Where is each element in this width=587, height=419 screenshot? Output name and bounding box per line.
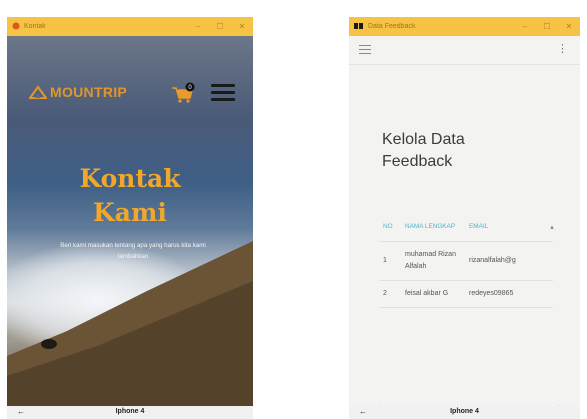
mountain-logo-icon (29, 85, 47, 99)
minimize-button[interactable]: – (187, 22, 209, 31)
device-label: Iphone 4 (115, 408, 145, 415)
window-titlebar[interactable]: Data Feedback – ☐ ✕ (349, 17, 580, 36)
app-icon (354, 22, 364, 32)
phone-window-kontak: Kontak – ☐ ✕ MOUNTRIP 0 Kontak Kami Beri… (7, 17, 253, 419)
page-title: Kelola Data Feedback (382, 131, 465, 170)
column-header-no[interactable]: NO (379, 216, 401, 242)
close-button[interactable]: ✕ (231, 22, 253, 31)
table-row[interactable]: 1 muhamad Rizan Alfalah rizanalfalah@g (379, 241, 553, 281)
table-row[interactable]: 2 feisal akbar G redeyes09865 (379, 280, 553, 308)
hero-subtitle: Beri kami masukan tentang apa yang harus… (60, 242, 206, 260)
device-bar: ← Iphone 4 (7, 406, 253, 419)
app-bar: ⋮ (349, 36, 580, 65)
menu-icon[interactable] (359, 45, 371, 57)
window-titlebar[interactable]: Kontak – ☐ ✕ (7, 17, 253, 36)
feedback-table: NO NAMA LENGKAP EMAIL 1 muhamad Rizan Al… (379, 216, 553, 308)
cell-nama: feisal akbar G (401, 280, 465, 308)
table-header-row: NO NAMA LENGKAP EMAIL (379, 216, 553, 242)
more-vertical-icon[interactable]: ⋮ (557, 42, 568, 55)
maximize-button[interactable]: ☐ (209, 22, 231, 31)
cart-icon[interactable]: 0 (171, 82, 195, 104)
phone-window-feedback: Data Feedback – ☐ ✕ ⋮ Kelola Data Feedba… (349, 17, 580, 419)
brand-logo[interactable]: MOUNTRIP (29, 84, 127, 100)
hamburger-menu-icon[interactable] (211, 84, 235, 102)
hero-title-line1: Kontak (79, 164, 181, 193)
maximize-button[interactable]: ☐ (536, 22, 558, 31)
window-title: Kontak (24, 23, 46, 30)
device-label: Iphone 4 (450, 408, 479, 415)
cell-no: 1 (379, 241, 401, 281)
brand-name: MOUNTRIP (50, 84, 128, 100)
close-button[interactable]: ✕ (558, 22, 580, 31)
cell-email: redeyes09865 (465, 280, 553, 308)
hero-title-line2: Kami (93, 198, 167, 227)
cell-nama: muhamad Rizan Alfalah (401, 241, 465, 281)
window-title: Data Feedback (368, 23, 416, 30)
app-icon (12, 22, 20, 32)
column-header-nama[interactable]: NAMA LENGKAP (401, 216, 465, 242)
minimize-button[interactable]: – (514, 22, 536, 31)
device-bar: ← Iphone 4 (349, 406, 580, 419)
cell-email: rizanalfalah@g (465, 241, 553, 281)
hero-banner: MOUNTRIP 0 Kontak Kami Beri kami masukan… (7, 36, 253, 406)
cell-no: 2 (379, 280, 401, 308)
column-header-email[interactable]: EMAIL (465, 216, 553, 242)
hero-title: Kontak Kami (7, 162, 253, 230)
